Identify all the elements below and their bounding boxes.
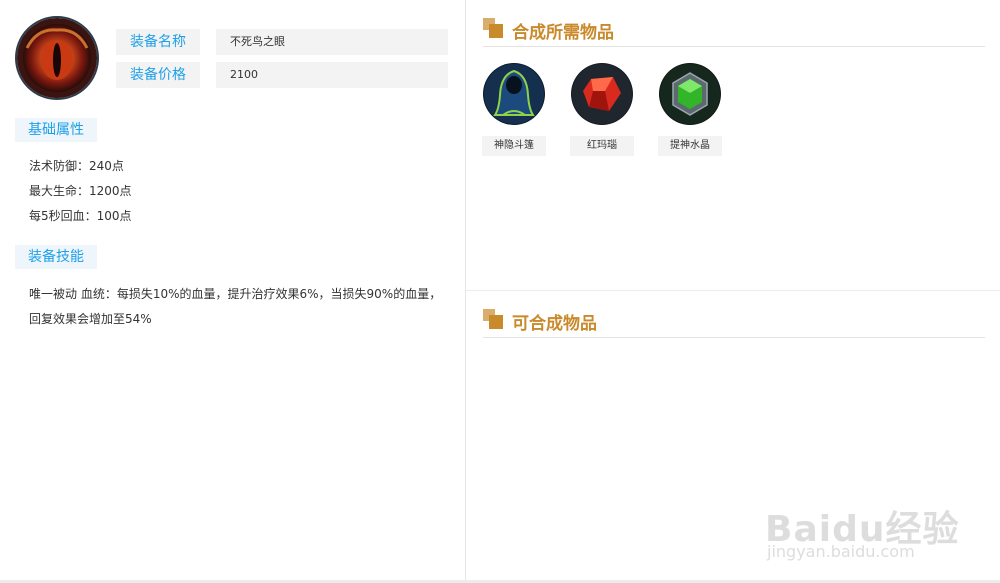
builds-into-title: 可合成物品	[512, 314, 597, 334]
item-name-label: 装备名称	[116, 29, 200, 55]
item-price-value: 2100	[216, 62, 448, 88]
section-title-icon	[483, 18, 503, 38]
component-label: 神隐斗篷	[482, 136, 546, 156]
basic-attrs-title: 基础属性	[15, 118, 97, 142]
attr-line: 最大生命：1200点	[29, 184, 132, 198]
section-title-icon	[483, 309, 503, 329]
skill-title: 装备技能	[15, 245, 97, 269]
item-detail-panel: 装备名称 不死鸟之眼 装备价格 2100 基础属性 法术防御：240点 最大生命…	[0, 0, 465, 583]
component-label: 提神水晶	[658, 136, 722, 156]
attr-line: 法术防御：240点	[29, 159, 124, 173]
baidu-watermark: Baidu经验 jingyan.baidu.com	[765, 470, 980, 570]
attr-line: 每5秒回血：100点	[29, 209, 132, 223]
green-crystal-icon	[659, 63, 721, 125]
vertical-divider	[465, 0, 466, 583]
cloak-icon	[483, 63, 545, 125]
component-item[interactable]: 神隐斗篷	[482, 63, 547, 156]
divider	[483, 46, 985, 47]
phoenix-eye-icon	[15, 16, 99, 100]
item-price-label: 装备价格	[116, 62, 200, 88]
component-label: 红玛瑙	[570, 136, 634, 156]
section-divider	[466, 290, 1000, 291]
component-item[interactable]: 提神水晶	[658, 63, 723, 156]
red-gem-icon	[571, 63, 633, 125]
skill-line: 回复效果会增加至54%	[29, 312, 152, 326]
component-item[interactable]: 红玛瑙	[570, 63, 635, 156]
skill-line: 唯一被动 血统：每损失10%的血量，提升治疗效果6%，当损失90%的血量，	[29, 287, 442, 301]
item-name-value: 不死鸟之眼	[216, 29, 448, 55]
components-title: 合成所需物品	[512, 23, 614, 43]
watermark-url: jingyan.baidu.com	[767, 542, 915, 561]
divider	[483, 337, 985, 338]
